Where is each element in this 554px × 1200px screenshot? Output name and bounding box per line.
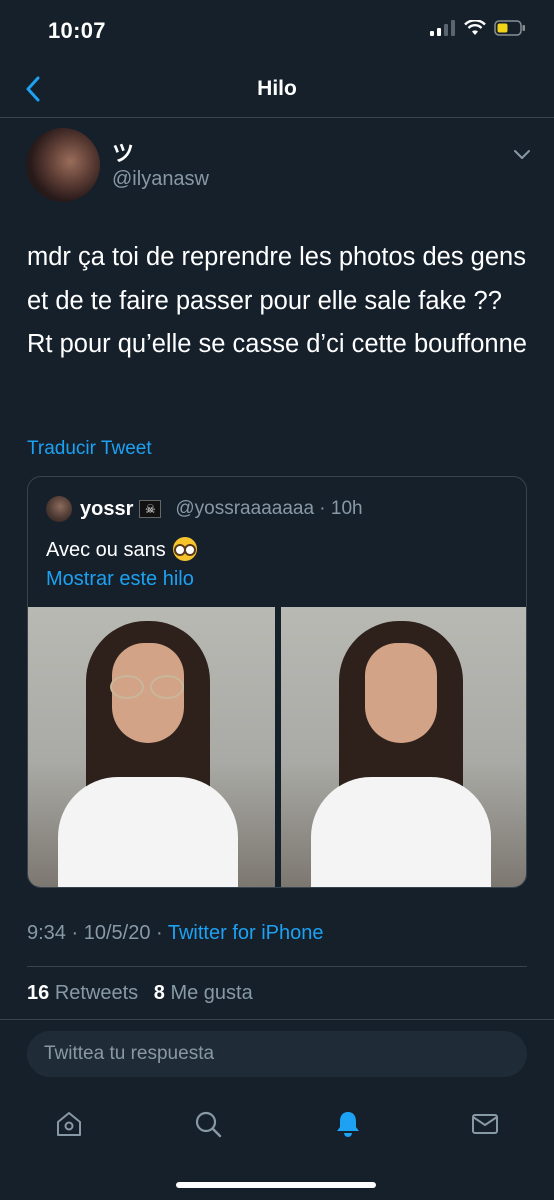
tweet-time: 9:34 [27, 922, 66, 944]
likes-stat[interactable]: 8 Me gusta [154, 982, 253, 1004]
quoted-tweet[interactable]: yossr ☠ @yossraaaaaaa · 10h Avec ou sans… [27, 476, 527, 888]
tab-home[interactable] [51, 1106, 87, 1142]
quoted-avatar [46, 496, 72, 522]
battery-icon [494, 20, 525, 36]
navigation-bar: Hilo [0, 60, 554, 118]
nerd-face-emoji-icon [173, 537, 198, 561]
home-indicator[interactable] [176, 1182, 376, 1188]
tweet-source[interactable]: Twitter for iPhone [168, 922, 324, 944]
tweet-author: ツ @ilyanasw [26, 128, 536, 204]
notifications-icon [337, 1112, 359, 1137]
status-bar: 10:07 [0, 0, 554, 60]
quoted-display-name: yossr [80, 497, 134, 520]
home-icon [57, 1112, 81, 1136]
wifi-icon [464, 20, 486, 35]
status-icons [430, 20, 526, 36]
messages-icon [472, 1114, 498, 1134]
avatar[interactable] [26, 128, 100, 202]
tab-messages[interactable] [467, 1106, 503, 1142]
divider [0, 1019, 554, 1020]
pirate-flag-icon: ☠ [139, 500, 162, 518]
divider [27, 966, 527, 967]
quoted-tweet-header: yossr ☠ @yossraaaaaaa · 10h [46, 495, 363, 523]
chevron-down-icon [514, 150, 530, 159]
show-thread-link[interactable]: Mostrar este hilo [46, 568, 194, 591]
quoted-tweet-text: Avec ou sans [46, 537, 198, 562]
reply-placeholder: Twittea tu respuesta [44, 1043, 215, 1064]
photo-without-glasses[interactable] [281, 607, 526, 887]
display-name[interactable]: ツ [112, 136, 134, 168]
page-title: Hilo [257, 77, 297, 100]
tweet-stats: 16 Retweets 8 Me gusta [27, 982, 263, 1005]
tweet-metadata: 9:34 · 10/5/20 · Twitter for iPhone [27, 922, 324, 944]
author-handle[interactable]: @ilyanasw [112, 168, 209, 191]
tweet-text: mdr ça toi de reprendre les photos des g… [27, 243, 527, 358]
translate-tweet-link[interactable]: Traducir Tweet [27, 438, 152, 460]
photo-with-glasses[interactable] [28, 607, 275, 887]
bottom-tab-bar [0, 1090, 554, 1160]
retweets-stat[interactable]: 16 Retweets [27, 982, 138, 1004]
tab-search[interactable] [190, 1106, 226, 1142]
tab-notifications[interactable] [330, 1106, 366, 1142]
status-time: 10:07 [48, 18, 106, 43]
quoted-handle: @yossraaaaaaa · 10h [175, 498, 363, 519]
cellular-signal-icon [430, 20, 455, 36]
reply-input[interactable]: Twittea tu respuesta [27, 1031, 527, 1077]
quoted-media [28, 607, 526, 887]
search-icon [195, 1111, 222, 1138]
tweet-options-button[interactable] [508, 142, 536, 166]
tweet-date: 10/5/20 [83, 922, 151, 944]
